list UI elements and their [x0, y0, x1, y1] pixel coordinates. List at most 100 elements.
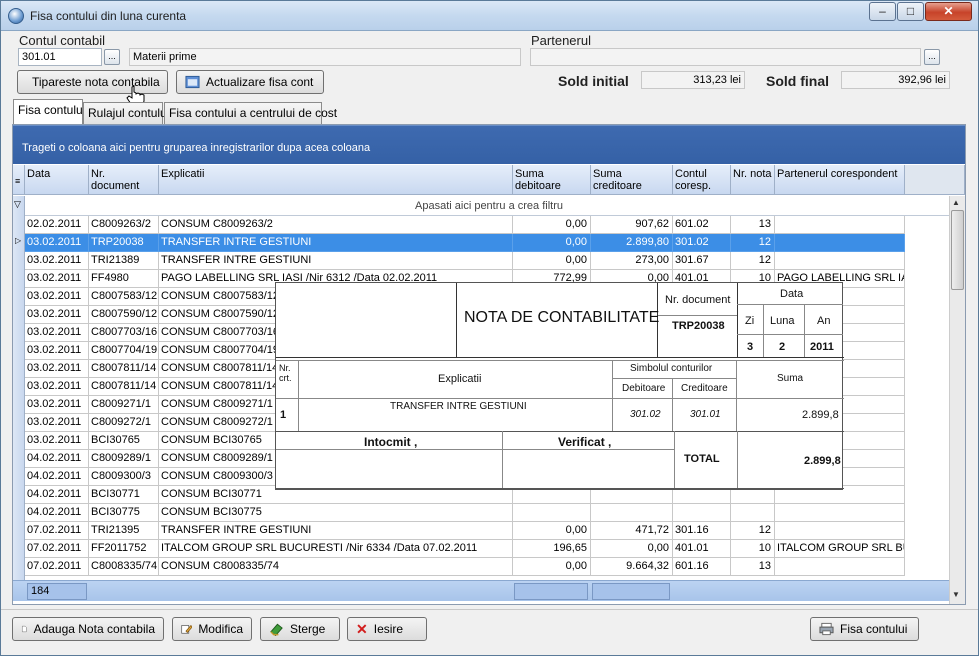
- new-document-icon: [22, 625, 27, 633]
- cell-corresp-account: 301.02: [673, 234, 731, 252]
- cell-explanation: CONSUM C8009263/2: [159, 216, 513, 234]
- cell-date: 03.02.2011: [25, 378, 89, 396]
- final-balance-value: 392,96 lei: [841, 71, 950, 89]
- cell-debit: 0,00: [513, 558, 591, 576]
- close-button[interactable]: ✕: [925, 2, 972, 21]
- voucher-doc-value: TRP20038: [672, 320, 725, 332]
- cell-corresp-account: 401.01: [673, 540, 731, 558]
- cell-debit: 0,00: [513, 216, 591, 234]
- cell-document: C8008335/74: [89, 558, 159, 576]
- cell-corresp-account: 301.16: [673, 522, 731, 540]
- refresh-sheet-button[interactable]: Actualizare fisa cont: [176, 70, 324, 94]
- cell-date: 03.02.2011: [25, 306, 89, 324]
- tab-account-sheet[interactable]: Fisa contului: [13, 99, 85, 124]
- cell-document: TRI21389: [89, 252, 159, 270]
- table-row[interactable]: 07.02.2011 FF2011752 ITALCOM GROUP SRL BUC…: [25, 540, 905, 558]
- initial-balance-value: 313,23 lei: [641, 71, 745, 89]
- cell-corresp-account: 601.16: [673, 558, 731, 576]
- scroll-thumb[interactable]: [951, 210, 964, 290]
- cell-document: C8007703/16: [89, 324, 159, 342]
- cell-partner: [775, 216, 905, 234]
- table-row[interactable]: 04.02.2011 BCI30775 CONSUM BCI30775: [25, 504, 905, 522]
- column-header-document[interactable]: Nr. document: [89, 165, 159, 195]
- maximize-button[interactable]: □: [897, 2, 924, 21]
- table-row[interactable]: 07.02.2011 C8008335/74 CONSUM C8008335/74 0…: [25, 558, 905, 576]
- title-bar: Fisa contului din luna curenta – □ ✕: [1, 1, 978, 31]
- cell-document: BCI30771: [89, 486, 159, 504]
- cell-partner: [775, 522, 905, 540]
- voucher-line-explanation: TRANSFER INTRE GESTIUNI: [390, 401, 527, 412]
- column-header-explanations[interactable]: Explicatii: [159, 165, 513, 195]
- scroll-down-icon[interactable]: ▼: [952, 590, 960, 599]
- cell-document: BCI30775: [89, 504, 159, 522]
- cell-credit: [591, 504, 673, 522]
- add-voucher-button[interactable]: Adauga Nota contabila: [12, 617, 164, 641]
- filter-icon: ▽: [13, 196, 25, 216]
- voucher-doc-label: Nr. document: [665, 294, 731, 306]
- cell-partner: [775, 252, 905, 270]
- tab-account-turnover[interactable]: Rulajul contului: [83, 102, 169, 124]
- cell-document: C8009271/1: [89, 396, 159, 414]
- eraser-icon: [270, 623, 283, 636]
- column-header-date[interactable]: Data: [25, 165, 89, 195]
- exit-button[interactable]: ✕ Iesire: [347, 617, 427, 641]
- table-row-selected[interactable]: 03.02.2011 TRP20038 TRANSFER INTRE GESTIUN…: [25, 234, 905, 252]
- add-voucher-label: Adauga Nota contabila: [33, 622, 155, 636]
- column-header-corresp-account[interactable]: Contul coresp.: [673, 165, 731, 195]
- column-header-partner[interactable]: Partenerul corespondent: [775, 165, 905, 195]
- edit-button[interactable]: Modifica: [172, 617, 252, 641]
- column-header-credit[interactable]: Suma creditoare: [591, 165, 673, 195]
- cell-document: FF4980: [89, 270, 159, 288]
- cell-date: 03.02.2011: [25, 270, 89, 288]
- cell-date: 03.02.2011: [25, 396, 89, 414]
- partner-field[interactable]: [530, 48, 921, 66]
- table-row[interactable]: 03.02.2011 TRI21389 TRANSFER INTRE GESTIUN…: [25, 252, 905, 270]
- cell-document: C8009263/2: [89, 216, 159, 234]
- cell-explanation: CONSUM C8008335/74: [159, 558, 513, 576]
- initial-balance-label: Sold initial: [558, 73, 629, 89]
- cell-document: C8009289/1: [89, 450, 159, 468]
- voucher-line-nr: 1: [280, 409, 287, 421]
- group-by-area[interactable]: Trageti o coloana aici pentru gruparea i…: [13, 125, 965, 164]
- column-chooser-icon[interactable]: ≡: [13, 165, 25, 195]
- account-sheet-print-button[interactable]: Fisa contului: [810, 617, 919, 641]
- cell-credit: 471,72: [591, 522, 673, 540]
- voucher-col-nr: Nr. crt.: [279, 363, 292, 383]
- partner-lookup-button[interactable]: ...: [924, 49, 940, 65]
- cell-date: 03.02.2011: [25, 288, 89, 306]
- refresh-sheet-icon: [185, 75, 200, 89]
- voucher-day-label: Zi: [745, 315, 755, 327]
- voucher-col-debit: Debitoare: [622, 383, 666, 394]
- voucher-total-label: TOTAL: [684, 453, 720, 465]
- cell-debit: [513, 504, 591, 522]
- tab-cost-center-sheet[interactable]: Fisa contului a centrului de cost: [164, 102, 337, 124]
- cell-partner: [775, 558, 905, 576]
- account-code-input[interactable]: 301.01: [18, 48, 102, 66]
- delete-button[interactable]: Sterge: [260, 617, 340, 641]
- account-lookup-button[interactable]: ...: [104, 49, 120, 65]
- current-row-arrow-icon: ▷: [15, 236, 22, 245]
- final-balance-label: Sold final: [766, 73, 829, 89]
- cell-document: BCI30765: [89, 432, 159, 450]
- table-row[interactable]: 07.02.2011 TRI21395 TRANSFER INTRE GESTIUN…: [25, 522, 905, 540]
- column-header-note-nr[interactable]: Nr. nota: [731, 165, 775, 195]
- voucher-preview: NOTA DE CONTABILITATE Nr. document TRP20…: [275, 282, 844, 490]
- cell-document: C8007583/12: [89, 288, 159, 306]
- cell-corresp-account: [673, 504, 731, 522]
- cell-document: C8007704/19: [89, 342, 159, 360]
- scroll-up-icon[interactable]: ▲: [952, 198, 960, 207]
- minimize-button[interactable]: –: [869, 2, 896, 21]
- table-row[interactable]: 02.02.2011 C8009263/2 CONSUM C8009263/2 0,0…: [25, 216, 905, 234]
- cell-explanation: ITALCOM GROUP SRL BUCURESTI /Nir 6334 /D…: [159, 540, 513, 558]
- cell-credit: 9.664,32: [591, 558, 673, 576]
- cell-partner: [775, 234, 905, 252]
- vertical-scrollbar[interactable]: ▲ ▼: [949, 196, 965, 604]
- filter-row[interactable]: Apasati aici pentru a crea filtru: [13, 196, 965, 216]
- voucher-col-sum: Suma: [777, 373, 804, 384]
- edit-pencil-icon: [181, 624, 193, 634]
- cell-note-nr: 12: [731, 522, 775, 540]
- cell-note-nr: 12: [731, 234, 775, 252]
- cell-date: 02.02.2011: [25, 216, 89, 234]
- column-header-debit[interactable]: Suma debitoare: [513, 165, 591, 195]
- voucher-total-value: 2.899,8: [804, 455, 841, 467]
